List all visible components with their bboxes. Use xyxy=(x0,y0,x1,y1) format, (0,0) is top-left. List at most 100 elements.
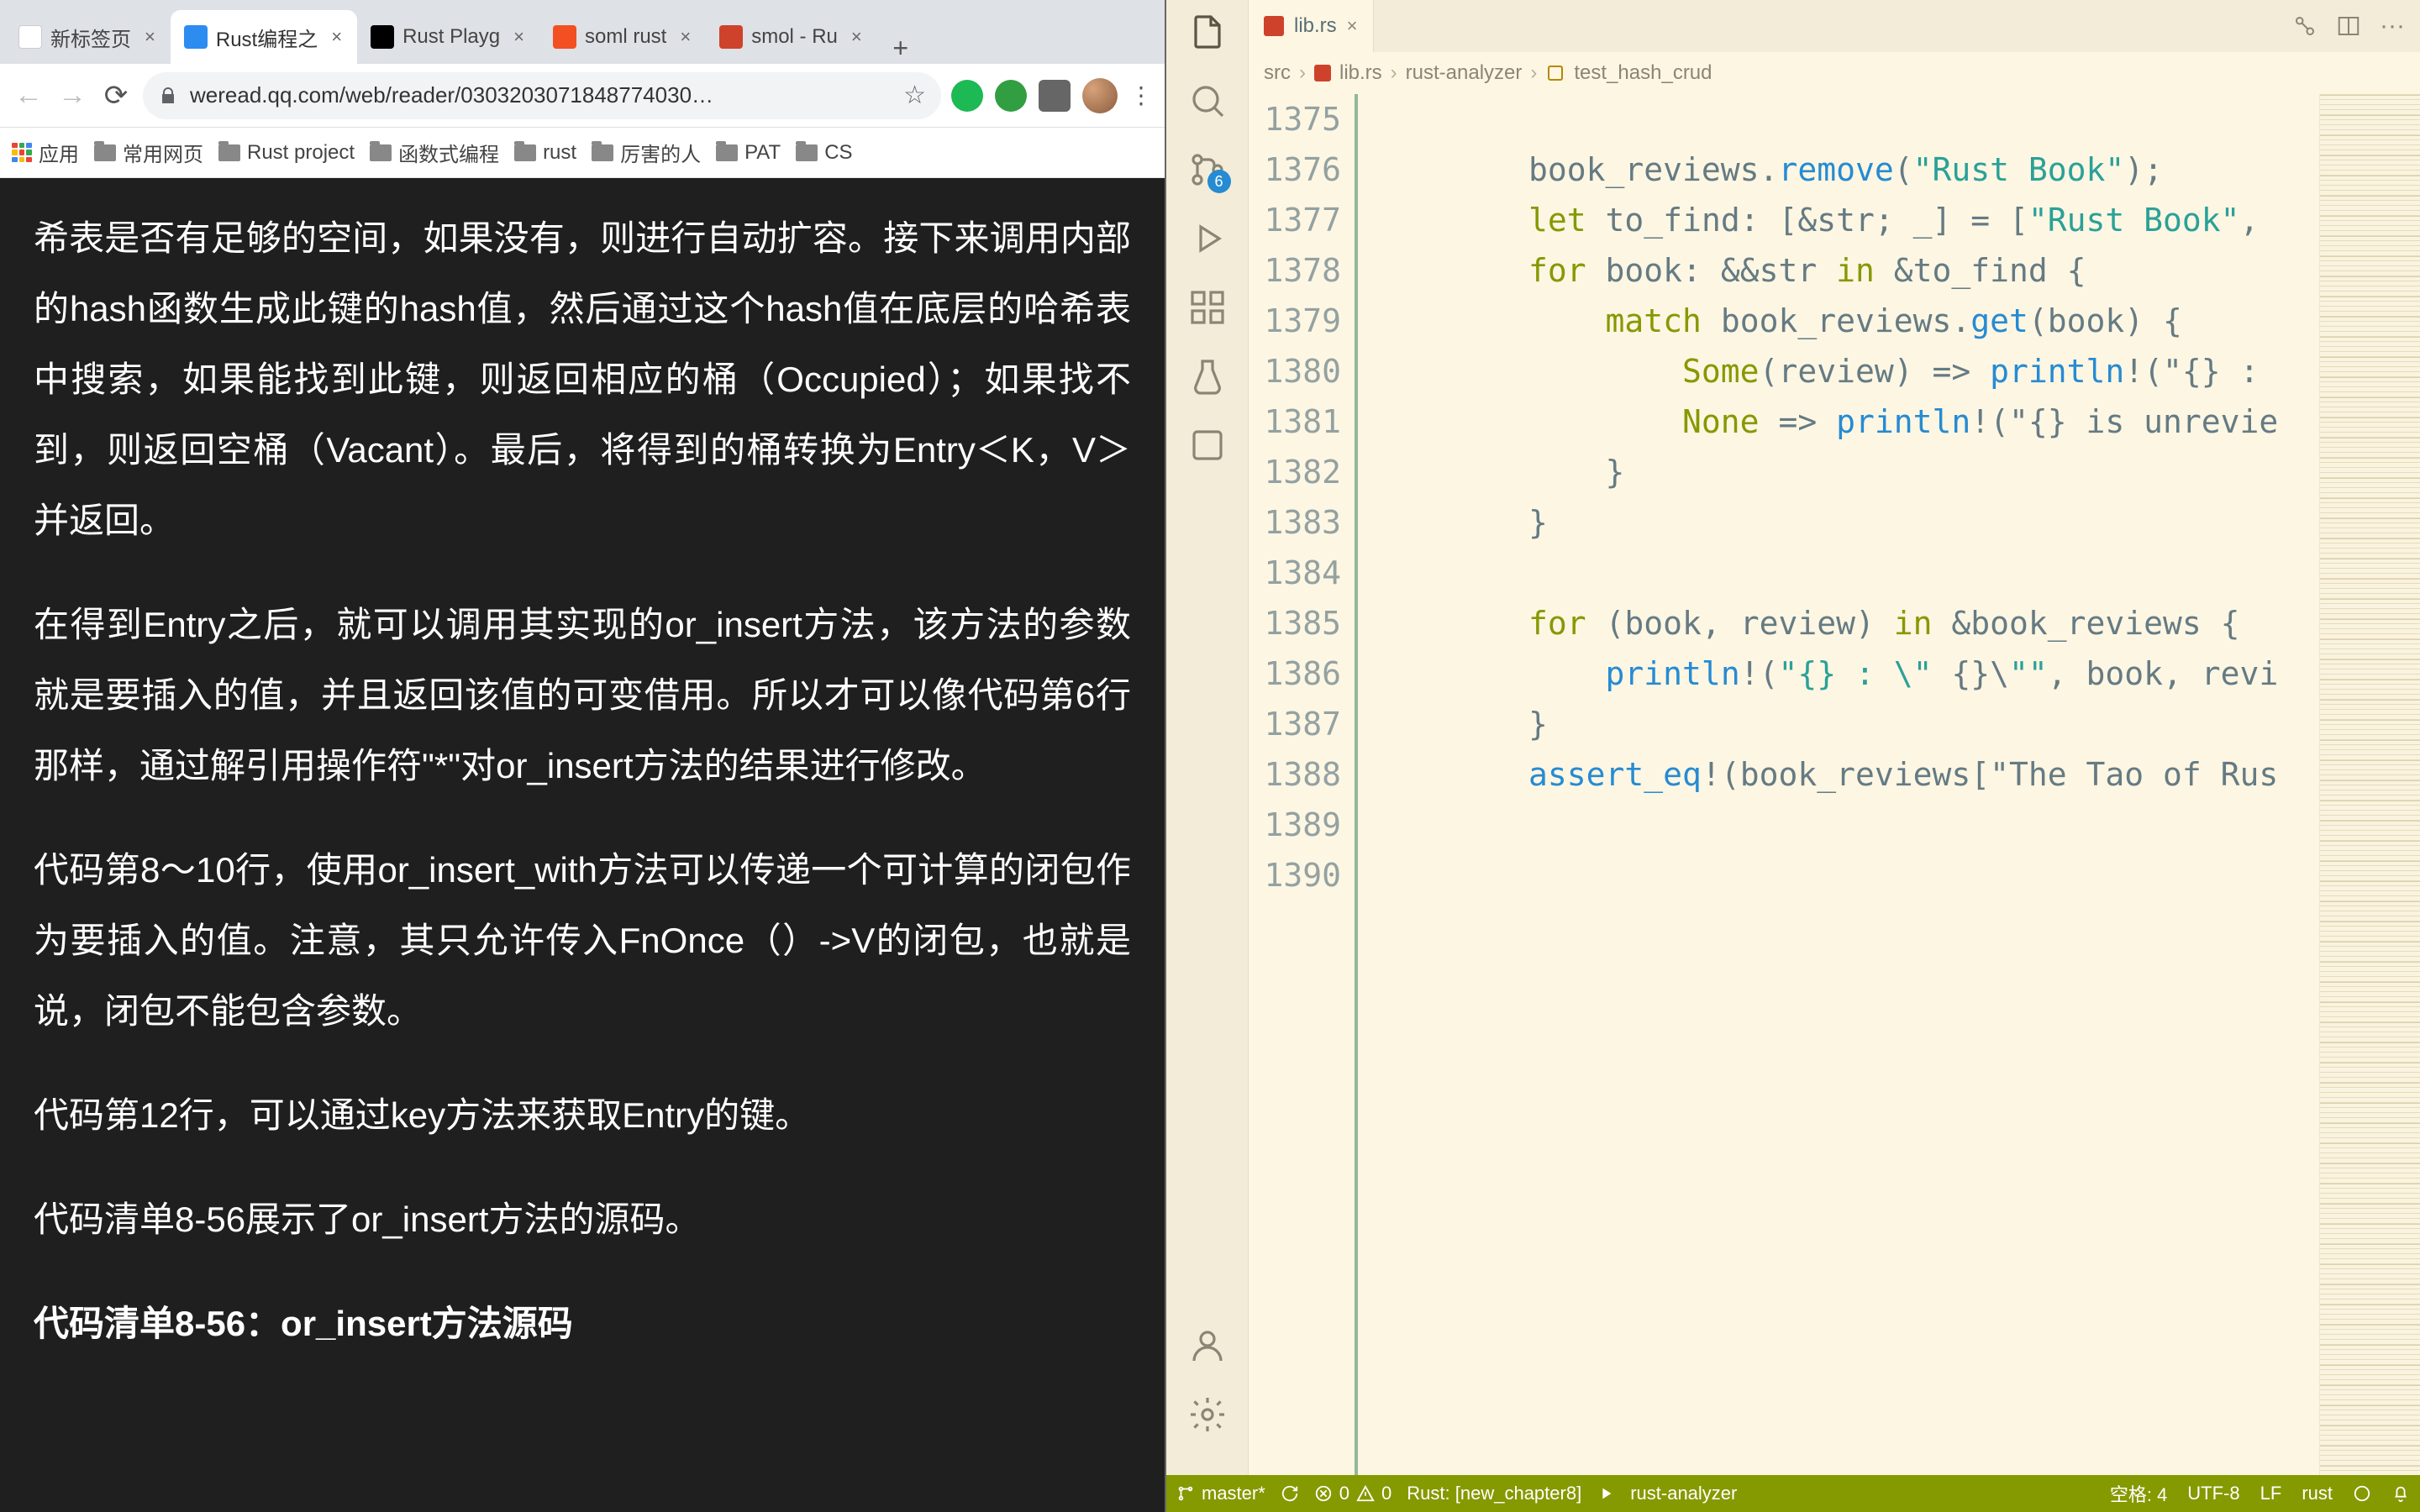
folder-icon xyxy=(370,144,392,161)
star-icon[interactable]: ☆ xyxy=(903,81,926,110)
heading: 代码清单8-56：or_insert方法源码 xyxy=(34,1289,1131,1359)
apps-label: 应用 xyxy=(39,138,79,167)
menu-icon[interactable]: ⋮ xyxy=(1129,81,1153,109)
eol-status[interactable]: LF xyxy=(2260,1483,2282,1504)
extensions-icon[interactable] xyxy=(1187,287,1228,328)
line-gutter: 1375137613771378137913801381138213831384… xyxy=(1249,94,1358,1475)
scm-badge: 6 xyxy=(1207,170,1231,193)
tab-title: smol - Ru xyxy=(751,25,838,49)
folder-icon xyxy=(716,144,738,161)
tab-title: Rust Playg xyxy=(402,25,500,49)
back-button[interactable]: ← xyxy=(12,79,45,113)
bookmark-icon[interactable] xyxy=(1187,425,1228,465)
browser-tab[interactable]: soml rust × xyxy=(539,10,706,64)
tab-strip: 新标签页 × Rust编程之 × Rust Playg × soml rust … xyxy=(0,0,1165,64)
search-icon[interactable] xyxy=(1187,81,1228,121)
error-icon xyxy=(1314,1484,1333,1503)
chevron-right-icon: › xyxy=(1530,61,1537,85)
apps-button[interactable]: 应用 xyxy=(12,138,79,167)
browser-tab[interactable]: smol - Ru × xyxy=(706,10,877,64)
breadcrumb-segment[interactable]: src xyxy=(1264,61,1291,85)
close-icon[interactable]: × xyxy=(1347,15,1358,37)
split-editor-icon[interactable] xyxy=(2336,13,2361,39)
rust-analyzer-status[interactable]: rust-analyzer xyxy=(1630,1483,1737,1504)
chrome-window: 新标签页 × Rust编程之 × Rust Playg × soml rust … xyxy=(0,0,1166,1512)
close-icon[interactable]: × xyxy=(145,26,155,48)
compare-icon[interactable] xyxy=(2292,13,2317,39)
browser-tab[interactable]: 新标签页 × xyxy=(5,10,171,64)
chevron-right-icon: › xyxy=(1299,61,1306,85)
feedback-icon[interactable] xyxy=(2353,1484,2371,1503)
source-control-icon[interactable]: 6 xyxy=(1187,150,1228,190)
close-icon[interactable]: × xyxy=(513,26,524,48)
minimap[interactable] xyxy=(2319,94,2420,1475)
editor-tabs: lib.rs × ··· xyxy=(1249,0,2420,52)
code-editor[interactable]: 1375137613771378137913801381138213831384… xyxy=(1249,94,2420,1475)
paragraph: 希表是否有足够的空间，如果没有，则进行自动扩容。接下来调用内部的hash函数生成… xyxy=(34,203,1131,556)
favicon xyxy=(719,25,743,49)
paragraph: 代码第12行，可以通过key方法来获取Entry的键。 xyxy=(34,1080,1131,1151)
extension-icon[interactable] xyxy=(951,80,983,112)
favicon xyxy=(18,25,42,49)
more-icon[interactable]: ··· xyxy=(2380,12,2405,40)
reload-button[interactable]: ⟳ xyxy=(99,79,133,113)
folder-icon xyxy=(514,144,536,161)
lang-status[interactable]: rust xyxy=(2302,1483,2333,1504)
lock-icon xyxy=(158,86,178,106)
git-branch[interactable]: master* xyxy=(1176,1483,1265,1504)
reader-content[interactable]: 希表是否有足够的空间，如果没有，则进行自动扩容。接下来调用内部的hash函数生成… xyxy=(0,178,1165,1512)
breadcrumb-segment[interactable]: lib.rs xyxy=(1339,61,1382,85)
editor-tab-label: lib.rs xyxy=(1294,14,1337,38)
close-icon[interactable]: × xyxy=(851,26,862,48)
new-tab-button[interactable]: + xyxy=(877,33,924,64)
bookmark-folder[interactable]: rust xyxy=(514,141,576,165)
breadcrumb-segment[interactable]: test_hash_crud xyxy=(1574,61,1712,85)
bookmark-folder[interactable]: 厉害的人 xyxy=(592,138,701,167)
sync-icon xyxy=(1281,1484,1299,1503)
tab-title: 新标签页 xyxy=(50,23,131,52)
rust-target[interactable]: Rust: [new_chapter8] xyxy=(1407,1483,1581,1504)
encoding-status[interactable]: UTF-8 xyxy=(2187,1483,2239,1504)
forward-button[interactable]: → xyxy=(55,79,89,113)
editor-actions: ··· xyxy=(2277,0,2420,52)
problems[interactable]: 0 0 xyxy=(1314,1483,1392,1504)
bookmark-folder[interactable]: 常用网页 xyxy=(94,138,203,167)
indent-status[interactable]: 空格: 4 xyxy=(2110,1480,2167,1507)
favicon xyxy=(553,25,576,49)
browser-tab[interactable]: Rust Playg × xyxy=(357,10,539,64)
address-bar[interactable]: weread.qq.com/web/reader/030320307184877… xyxy=(143,72,941,119)
close-icon[interactable]: × xyxy=(331,26,342,48)
run-debug-icon[interactable] xyxy=(1187,218,1228,259)
paragraph: 代码第8～10行，使用or_insert_with方法可以传递一个可计算的闭包作… xyxy=(34,835,1131,1047)
folder-icon xyxy=(592,144,613,161)
gear-icon[interactable] xyxy=(1187,1394,1228,1435)
bell-icon[interactable] xyxy=(2391,1484,2410,1503)
breadcrumbs[interactable]: src › lib.rs › rust-analyzer › test_hash… xyxy=(1249,52,2420,94)
profile-avatar[interactable] xyxy=(1082,78,1118,113)
sync-button[interactable] xyxy=(1281,1484,1299,1503)
status-bar: master* 0 0 Rust: [new_chapter8] rust-an… xyxy=(1166,1475,2420,1512)
rust-file-icon xyxy=(1314,65,1331,81)
account-icon[interactable] xyxy=(1187,1326,1228,1366)
play-icon[interactable] xyxy=(1597,1484,1615,1503)
testing-icon[interactable] xyxy=(1187,356,1228,396)
close-icon[interactable]: × xyxy=(680,26,691,48)
explorer-icon[interactable] xyxy=(1187,12,1228,52)
browser-tab-active[interactable]: Rust编程之 × xyxy=(171,10,357,64)
bookmark-folder[interactable]: CS xyxy=(796,141,852,165)
bookmark-folder[interactable]: 函数式编程 xyxy=(370,138,499,167)
extensions-area: ⋮ xyxy=(951,78,1153,113)
browser-toolbar: ← → ⟳ weread.qq.com/web/reader/030320307… xyxy=(0,64,1165,128)
breadcrumb-segment[interactable]: rust-analyzer xyxy=(1406,61,1523,85)
folder-icon xyxy=(796,144,818,161)
vscode-window: 6 lib.rs × ··· xyxy=(1166,0,2420,1512)
bookmark-folder[interactable]: Rust project xyxy=(218,141,355,165)
tab-title: Rust编程之 xyxy=(216,23,318,52)
bookmark-folder[interactable]: PAT xyxy=(716,141,781,165)
favicon xyxy=(184,25,208,49)
editor-tab[interactable]: lib.rs × xyxy=(1249,0,1374,52)
puzzle-icon[interactable] xyxy=(1039,80,1071,112)
bookmarks-bar: 应用 常用网页 Rust project 函数式编程 rust 厉害的人 PAT… xyxy=(0,128,1165,178)
code-lines[interactable]: book_reviews.remove("Rust Book"); let to… xyxy=(1358,94,2319,1475)
extension-icon[interactable] xyxy=(995,80,1027,112)
